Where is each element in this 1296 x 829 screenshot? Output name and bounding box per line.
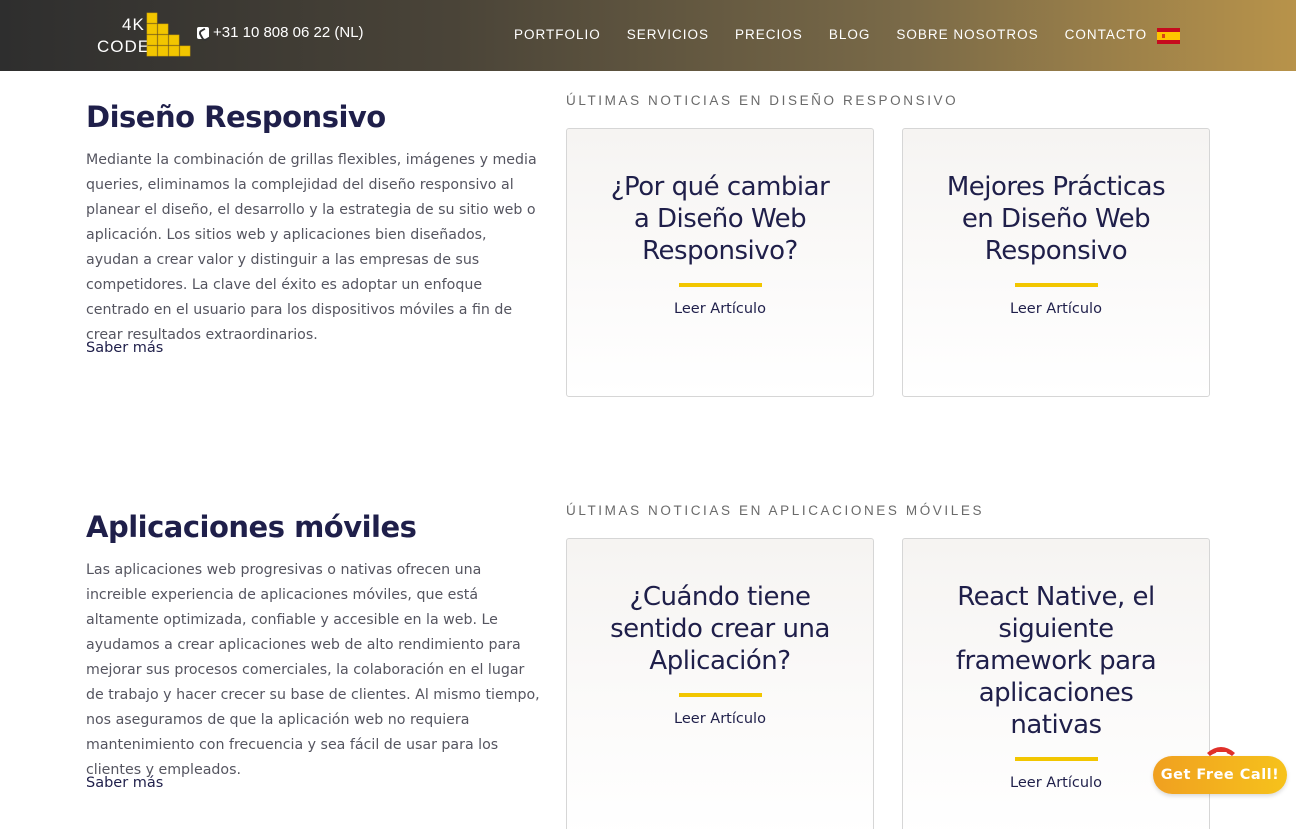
spain-flag-icon[interactable] xyxy=(1157,28,1180,44)
article-card[interactable]: ¿Por qué cambiar a Diseño Web Responsivo… xyxy=(566,128,874,397)
logo-text-top: 4K xyxy=(122,15,145,34)
logo[interactable]: 4K CODE xyxy=(96,12,196,60)
card-divider xyxy=(1014,283,1098,287)
get-free-call-button[interactable]: Get Free Call! xyxy=(1153,756,1287,794)
leer-articulo-link[interactable]: Leer Artículo xyxy=(674,711,766,727)
section-body-responsive: Mediante la combinación de grillas flexi… xyxy=(86,152,537,343)
article-card[interactable]: ¿Cuándo tiene sentido crear una Aplicaci… xyxy=(566,538,874,829)
leer-articulo-link[interactable]: Leer Artículo xyxy=(1010,775,1102,791)
card-divider xyxy=(678,283,762,287)
nav-blog[interactable]: BLOG xyxy=(829,27,871,42)
nav-servicios[interactable]: SERVICIOS xyxy=(627,27,709,42)
saber-mas-responsive-link[interactable]: Saber más xyxy=(86,340,163,356)
logo-text-bottom: CODE xyxy=(97,37,151,56)
nav-contacto[interactable]: CONTACTO xyxy=(1065,27,1148,42)
card-divider xyxy=(678,693,762,697)
article-card-title: ¿Cuándo tiene sentido crear una Aplicaci… xyxy=(610,582,830,676)
logo-blocks-icon xyxy=(146,12,191,57)
leer-articulo-link[interactable]: Leer Artículo xyxy=(674,301,766,317)
news-label-mobile: Últimas noticias en Aplicaciones Móviles xyxy=(566,503,985,518)
article-card-title: ¿Por qué cambiar a Diseño Web Responsivo… xyxy=(610,172,830,266)
phone-link[interactable]: +31 10 808 06 22 (NL) xyxy=(197,24,364,41)
saber-mas-mobile-link[interactable]: Saber más xyxy=(86,775,163,791)
article-card[interactable]: Mejores Prácticas en Diseño Web Responsi… xyxy=(902,128,1210,397)
site-header: 4K CODE +31 10 808 06 22 (NL) PORTFOLIO … xyxy=(0,0,1296,71)
section-title-mobile: Aplicaciones móviles xyxy=(86,510,417,544)
nav-portfolio[interactable]: PORTFOLIO xyxy=(514,27,601,42)
article-card-title: React Native, el siguiente framework par… xyxy=(955,582,1157,740)
news-label-responsive: Últimas noticias en Diseño Responsivo xyxy=(566,93,959,108)
section-title-responsive: Diseño Responsivo xyxy=(86,100,386,134)
section-body-mobile: Las aplicaciones web progresivas o nativ… xyxy=(86,562,540,778)
leer-articulo-link[interactable]: Leer Artículo xyxy=(1010,301,1102,317)
nav-sobre-nosotros[interactable]: SOBRE NOSOTROS xyxy=(896,27,1038,42)
nav-precios[interactable]: PRECIOS xyxy=(735,27,803,42)
card-divider xyxy=(1014,757,1098,761)
article-card-title: Mejores Prácticas en Diseño Web Responsi… xyxy=(946,172,1166,266)
phone-number: +31 10 808 06 22 (NL) xyxy=(213,24,364,41)
main-nav: PORTFOLIO SERVICIOS PRECIOS BLOG SOBRE N… xyxy=(514,27,1173,42)
phone-icon xyxy=(197,26,209,39)
